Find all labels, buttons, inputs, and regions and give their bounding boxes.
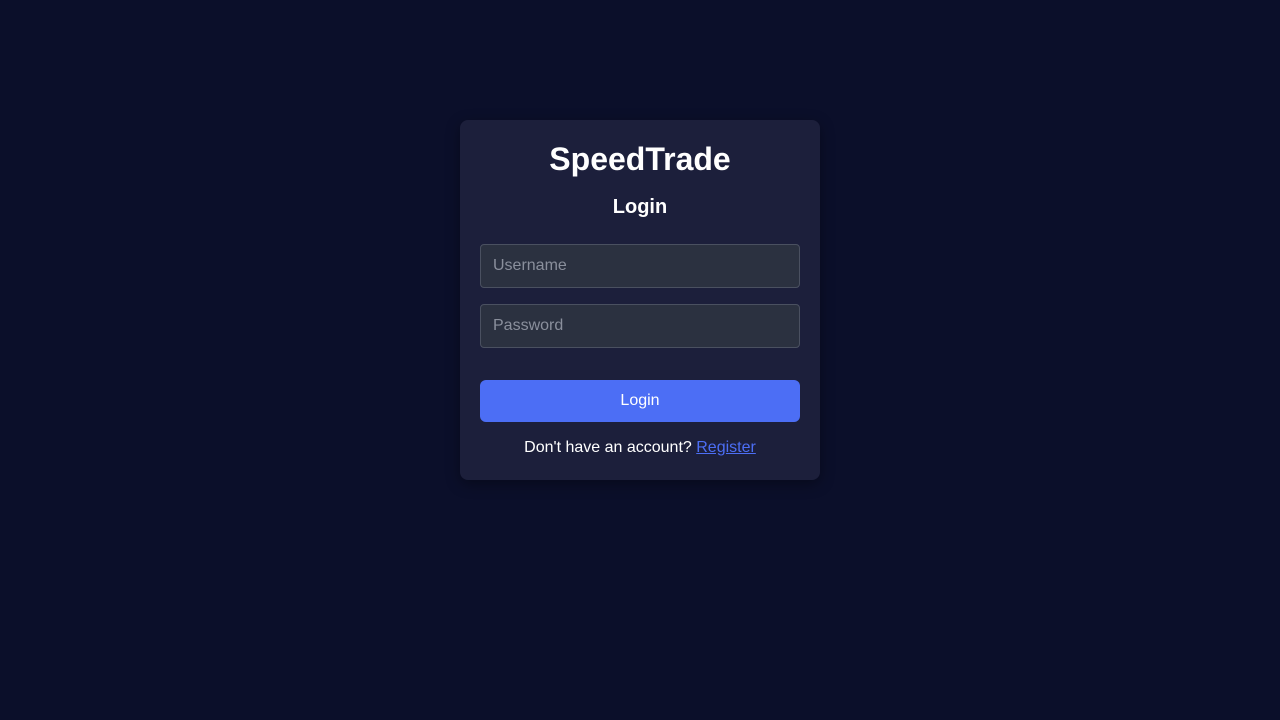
login-heading: Login [612,196,668,218]
username-input[interactable] [480,244,800,288]
register-prompt-text: Don't have an account? [524,439,692,456]
password-input[interactable] [480,304,800,348]
register-link[interactable]: Register [696,439,756,456]
register-prompt-line: Don't have an account? Register [480,438,800,458]
brand-title: SpeedTrade [549,141,731,177]
login-card: SpeedTrade Login Login Don't have an acc… [460,120,820,480]
login-button[interactable]: Login [480,380,800,422]
